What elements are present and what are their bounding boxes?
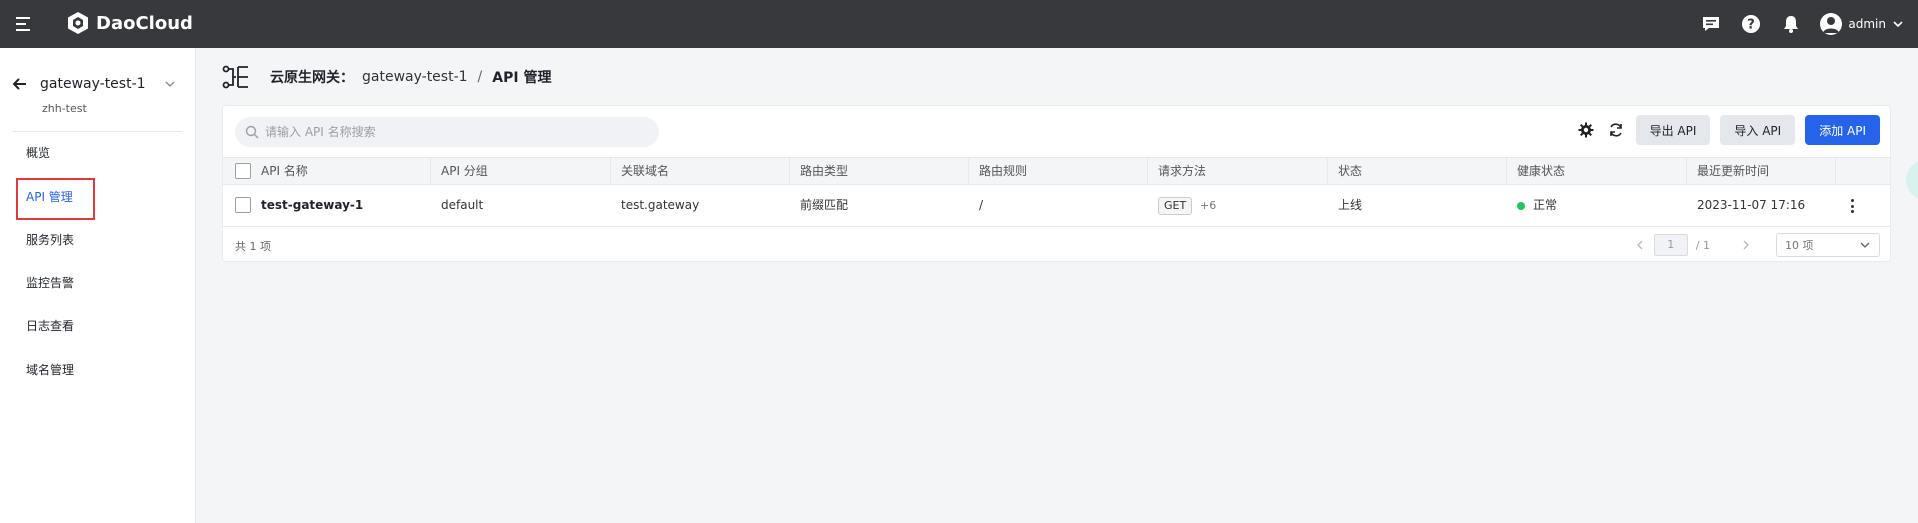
- sidebar-item-monitoring[interactable]: 监控告警: [26, 274, 74, 291]
- api-domain: test.gateway: [621, 198, 700, 212]
- sidebar-item-services[interactable]: 服务列表: [26, 231, 74, 248]
- bell-icon[interactable]: [1780, 13, 1802, 35]
- sidebar: gateway-test-1 zhh-test 概览 API 管理 服务列表 监…: [0, 48, 196, 523]
- api-status: 上线: [1338, 198, 1363, 212]
- column-header-health[interactable]: 健康状态: [1507, 158, 1687, 185]
- total-count: 共 1 项: [235, 240, 271, 253]
- sidebar-item-logs[interactable]: 日志查看: [26, 317, 74, 334]
- search-icon: [245, 125, 259, 139]
- select-all-checkbox[interactable]: [235, 163, 251, 179]
- page-size-select[interactable]: 10 项: [1776, 233, 1880, 257]
- floating-assistant-button[interactable]: [1906, 160, 1918, 200]
- export-api-button[interactable]: 导出 API: [1635, 115, 1711, 145]
- row-checkbox[interactable]: [235, 197, 251, 213]
- table-footer: 共 1 项 1 / 1 10 项: [223, 228, 1890, 262]
- top-bar: DaoCloud ? admin: [0, 0, 1918, 48]
- api-list-card: 导出 API 导入 API 添加 API API 名称 API 分组 关联域名 …: [222, 105, 1891, 262]
- next-page-icon[interactable]: [1740, 239, 1752, 251]
- user-menu[interactable]: admin: [1820, 13, 1904, 35]
- total-pages: / 1: [1695, 238, 1710, 252]
- settings-icon[interactable]: [1576, 120, 1596, 140]
- gateway-name: gateway-test-1: [40, 76, 146, 92]
- chevron-down-icon: [1860, 242, 1870, 248]
- api-name[interactable]: test-gateway-1: [251, 185, 363, 226]
- route-rule: /: [979, 198, 984, 212]
- request-method: GET +6: [1148, 185, 1216, 226]
- chevron-down-icon: [1893, 21, 1903, 28]
- svg-text:?: ?: [1748, 18, 1756, 33]
- breadcrumb: 云原生网关： gateway-test-1 / API 管理: [222, 63, 551, 91]
- page-input[interactable]: 1: [1653, 234, 1688, 256]
- sidebar-item-overview[interactable]: 概览: [26, 144, 50, 161]
- breadcrumb-gateway[interactable]: gateway-test-1: [362, 69, 468, 85]
- import-api-button[interactable]: 导入 API: [1720, 115, 1796, 145]
- user-name: admin: [1848, 17, 1886, 31]
- route-type: 前缀匹配: [800, 198, 849, 212]
- healthy-dot-icon: [1517, 201, 1525, 210]
- column-header-updated[interactable]: 最近更新时间: [1687, 158, 1836, 185]
- gateway-selector[interactable]: gateway-test-1: [12, 70, 184, 98]
- column-header-method[interactable]: 请求方法: [1148, 158, 1328, 185]
- chevron-down-icon[interactable]: [164, 78, 176, 90]
- logo-text: DaoCloud: [96, 12, 193, 34]
- logo[interactable]: DaoCloud: [66, 11, 193, 35]
- search-input[interactable]: [265, 125, 645, 139]
- column-header-status[interactable]: 状态: [1328, 158, 1507, 185]
- pagination: 1 / 1 10 项: [1634, 233, 1880, 257]
- add-api-button[interactable]: 添加 API: [1805, 115, 1880, 145]
- page-size-value: 10 项: [1785, 239, 1814, 252]
- method-extra[interactable]: +6: [1200, 199, 1216, 212]
- prev-page-icon[interactable]: [1634, 239, 1646, 251]
- breadcrumb-separator: /: [477, 69, 483, 85]
- highlight-box: [16, 178, 95, 220]
- workspace-name: zhh-test: [42, 102, 87, 115]
- breadcrumb-section: 云原生网关：: [270, 70, 354, 86]
- help-icon[interactable]: ?: [1740, 13, 1762, 35]
- gateway-icon: [222, 65, 248, 89]
- search-box[interactable]: [235, 117, 659, 147]
- health-status: 正常: [1507, 185, 1557, 226]
- sidebar-item-domains[interactable]: 域名管理: [26, 361, 74, 378]
- daocloud-logo-icon: [68, 12, 88, 34]
- back-arrow-icon[interactable]: [12, 76, 28, 92]
- refresh-icon[interactable]: [1606, 120, 1626, 140]
- method-tag: GET: [1158, 197, 1193, 215]
- api-table: API 名称 API 分组 关联域名 路由类型 路由规则 请求方法 状态 健康状…: [223, 157, 1890, 227]
- message-icon[interactable]: [1700, 13, 1722, 35]
- column-header-route-type[interactable]: 路由类型: [790, 158, 969, 185]
- divider: [12, 131, 182, 132]
- health-label: 正常: [1533, 198, 1558, 212]
- column-header-name[interactable]: API 名称: [251, 158, 431, 185]
- updated-time: 2023-11-07 17:16: [1697, 198, 1806, 212]
- table-row[interactable]: test-gateway-1 default test.gateway 前缀匹配…: [223, 185, 1890, 227]
- api-group: default: [441, 198, 484, 212]
- column-header-route-rule[interactable]: 路由规则: [969, 158, 1148, 185]
- column-header-domain[interactable]: 关联域名: [611, 158, 790, 185]
- menu-icon[interactable]: [16, 16, 34, 32]
- table-header: API 名称 API 分组 关联域名 路由类型 路由规则 请求方法 状态 健康状…: [223, 157, 1890, 185]
- breadcrumb-current: API 管理: [492, 70, 552, 86]
- avatar: [1820, 13, 1843, 35]
- column-header-group[interactable]: API 分组: [431, 158, 611, 185]
- more-actions-icon[interactable]: [1844, 197, 1860, 215]
